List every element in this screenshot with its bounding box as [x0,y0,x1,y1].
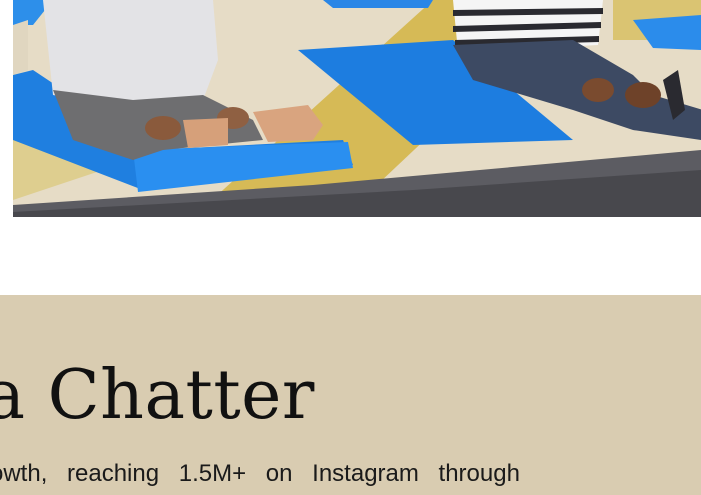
media-chatter-section: lia Chatter rowth, reaching 1.5M+ on Ins… [0,295,701,495]
page: lia Chatter rowth, reaching 1.5M+ on Ins… [0,0,701,495]
section-heading: lia Chatter [0,356,315,435]
section-body-text: rowth, reaching 1.5M+ on Instagram throu… [0,460,520,487]
yoga-class-photo [13,0,701,217]
